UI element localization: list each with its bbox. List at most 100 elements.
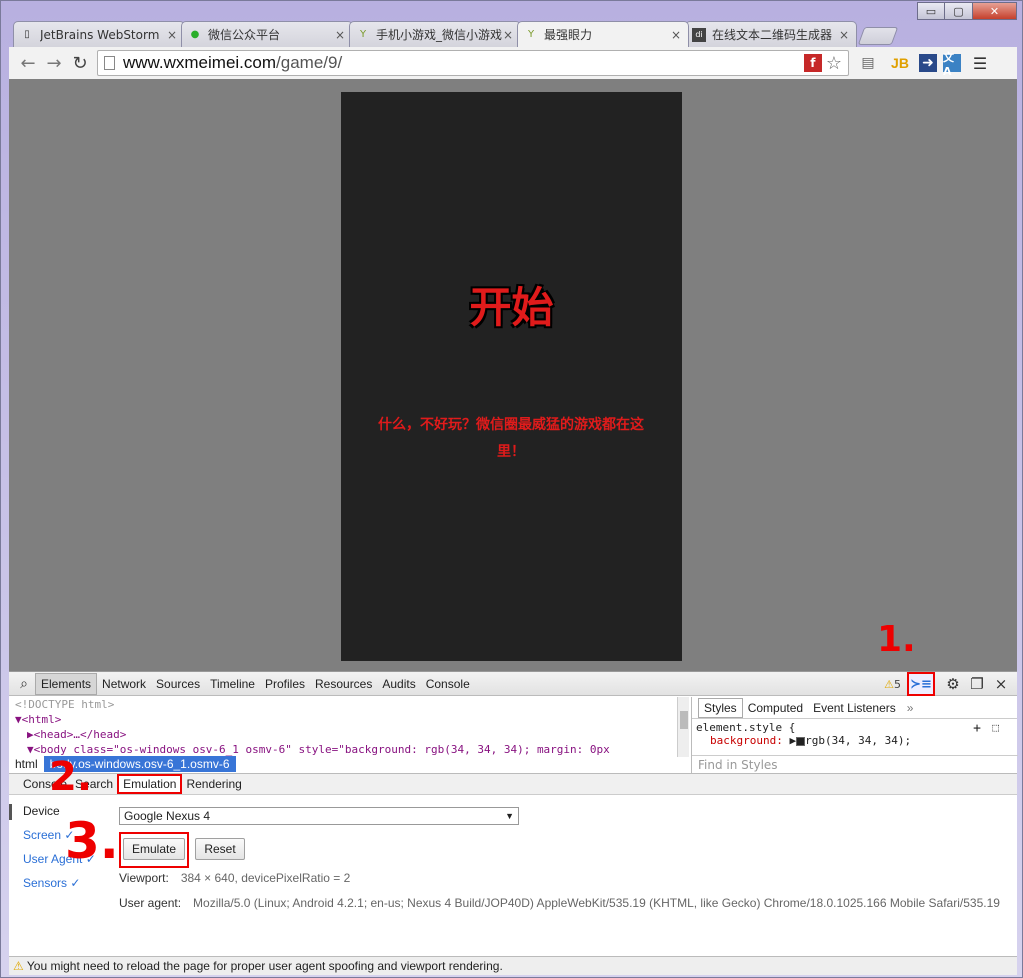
page-icon: ▯	[24, 29, 30, 40]
address-bar[interactable]: www.wxmeimei.com/game/9/ f ☆	[97, 50, 849, 76]
add-rule-icon[interactable]: +	[973, 721, 981, 736]
element-style-selector: element.style {	[696, 721, 796, 734]
arrow-extension-icon[interactable]: ➜	[919, 54, 937, 72]
device-select[interactable]: Google Nexus 4 ▼	[119, 807, 519, 825]
reload-icon[interactable]: ↻	[67, 51, 93, 75]
devtools-toolbar: ⌕ Elements Network Sources Timeline Prof…	[9, 672, 1017, 696]
reset-button[interactable]: Reset	[195, 838, 245, 860]
breadcrumb-item[interactable]: html	[9, 756, 44, 772]
styles-pane: Styles Computed Event Listeners » elemen…	[691, 697, 1018, 773]
back-arrow-icon[interactable]: ←	[15, 51, 41, 75]
tab-label: 最强眼力	[544, 28, 593, 42]
tab-resources[interactable]: Resources	[310, 674, 377, 694]
browser-window: ▭ ▢ ✕ ▯ JetBrains WebStorm × ● 微信公众平台 × …	[0, 0, 1023, 978]
sidebar-item-sensors[interactable]: Sensors ✓	[23, 876, 80, 890]
status-bar: ⚠ You might need to reload the page for …	[9, 956, 1017, 975]
more-tabs-icon[interactable]: »	[907, 701, 914, 715]
tab-event-listeners[interactable]: Event Listeners	[808, 699, 901, 717]
style-property[interactable]: background: ▶ rgb(34, 34, 34);	[696, 734, 1013, 747]
breadcrumb: html body.os-windows.osv-6_1.osmv-6	[9, 756, 689, 772]
jetbrains-extension-icon[interactable]: JB	[887, 51, 913, 75]
dock-icon[interactable]: ❐	[965, 675, 989, 693]
annotation-1: 1.	[877, 619, 916, 660]
tab-close-icon[interactable]: ×	[334, 28, 346, 42]
browser-tab-active[interactable]: Y 最强眼力 ×	[517, 21, 689, 47]
tab-label: JetBrains WebStorm	[40, 27, 160, 42]
tab-close-icon[interactable]: ×	[166, 28, 178, 42]
tab-close-icon[interactable]: ×	[670, 28, 682, 42]
tab-close-icon[interactable]: ×	[502, 28, 514, 42]
drawer-tab-rendering[interactable]: Rendering	[182, 776, 245, 792]
tab-network[interactable]: Network	[97, 674, 151, 694]
styles-tabs: Styles Computed Event Listeners »	[692, 697, 1017, 719]
bookmark-star-icon[interactable]: ☆	[826, 53, 842, 74]
browser-tab[interactable]: di 在线文本二维码生成器 ×	[685, 21, 857, 47]
annotation-2: 2.	[49, 754, 93, 800]
html-node[interactable]: ▼<html>	[9, 712, 689, 727]
page-icon	[104, 56, 115, 70]
maximize-button[interactable]: ▢	[945, 2, 973, 20]
tab-label: 手机小游戏_微信小游戏	[376, 28, 502, 42]
tab-elements[interactable]: Elements	[35, 672, 98, 695]
doctype-node[interactable]: <!DOCTYPE html>	[9, 697, 689, 712]
minimize-button[interactable]: ▭	[917, 2, 945, 20]
tab-timeline[interactable]: Timeline	[205, 674, 260, 694]
tab-profiles[interactable]: Profiles	[260, 674, 310, 694]
head-node[interactable]: ▶<head>…</head>	[9, 727, 689, 742]
emulation-panel: Device Screen ✓ User Agent ✓ Sensors ✓ G…	[9, 796, 1017, 956]
chevron-down-icon: ▼	[505, 811, 514, 821]
tab-label: 在线文本二维码生成器	[712, 28, 833, 42]
warning-icon: ⚠	[13, 959, 24, 973]
tab-computed[interactable]: Computed	[743, 699, 808, 717]
user-agent-info: User agent: Mozilla/5.0 (Linux; Android 4…	[119, 896, 1000, 910]
inspect-search-icon[interactable]: ⌕	[13, 676, 35, 692]
browser-tab[interactable]: Y 手机小游戏_微信小游戏 ×	[349, 21, 521, 47]
devtools-panel: ⌕ Elements Network Sources Timeline Prof…	[9, 671, 1018, 975]
browser-tab[interactable]: ● 微信公众平台 ×	[181, 21, 353, 47]
browser-tab[interactable]: ▯ JetBrains WebStorm ×	[13, 21, 185, 47]
new-tab-button[interactable]	[857, 27, 899, 45]
page-viewport: 开始 什么，不好玩？微信圈最威猛的游戏都在这里！ 1.	[9, 79, 1017, 671]
tab-strip: ▯ JetBrains WebStorm × ● 微信公众平台 × Y 手机小游…	[13, 21, 899, 47]
body-node[interactable]: ▼<body class="os-windows osv-6_1 osmv-6"…	[9, 742, 689, 757]
show-drawer-icon[interactable]: ≻≡	[907, 672, 935, 696]
emulate-button[interactable]: Emulate	[123, 838, 185, 860]
menu-icon[interactable]: ☰	[967, 51, 993, 75]
close-window-button[interactable]: ✕	[973, 2, 1017, 20]
translate-icon[interactable]: 文A	[943, 51, 961, 78]
viewport-info: Viewport: 384 × 640, devicePixelRatio = 2	[119, 871, 351, 885]
devtools-actions: ⚠5 ≻≡ ⚙ ❐ ×	[884, 672, 1013, 696]
color-swatch[interactable]	[796, 736, 806, 746]
drawer-tab-emulation[interactable]: Emulation	[117, 774, 183, 794]
elements-tree[interactable]: <!DOCTYPE html> ▼<html> ▶<head>…</head> …	[9, 697, 689, 757]
flash-icon[interactable]: f	[803, 54, 822, 72]
tab-audits[interactable]: Audits	[377, 674, 420, 694]
elements-scrollbar[interactable]	[677, 697, 689, 757]
forward-arrow-icon[interactable]: →	[41, 51, 67, 75]
cocktail-icon: Y	[527, 29, 535, 40]
annotation-3: 3.	[65, 812, 119, 870]
tab-console[interactable]: Console	[421, 674, 475, 694]
game-canvas[interactable]: 开始 什么，不好玩？微信圈最威猛的游戏都在这里！	[341, 92, 682, 661]
drawer-tabs: Console Search Emulation Rendering	[9, 773, 1017, 795]
tab-styles[interactable]: Styles	[698, 697, 743, 718]
warning-icon: ⚠	[884, 677, 894, 691]
find-in-styles-input[interactable]: Find in Styles	[692, 755, 1018, 773]
cocktail-icon: Y	[359, 29, 367, 40]
url-text: www.wxmeimei.com/game/9/	[123, 53, 343, 72]
game-subtitle: 什么，不好玩？微信圈最威猛的游戏都在这里！	[378, 417, 644, 460]
style-rules: element.style { background: ▶ rgb(34, 34,…	[692, 719, 1017, 755]
warning-counter[interactable]: ⚠5	[884, 678, 901, 691]
toggle-state-icon[interactable]: ⬚	[992, 721, 999, 734]
reader-icon[interactable]: ▤	[855, 51, 881, 75]
sidebar-item-device[interactable]: Device	[23, 804, 60, 818]
close-devtools-icon[interactable]: ×	[989, 675, 1013, 693]
browser-toolbar: ← → ↻ www.wxmeimei.com/game/9/ f ☆ ▤ JB …	[9, 47, 1017, 79]
tab-close-icon[interactable]: ×	[838, 28, 850, 42]
qr-icon: di	[692, 27, 706, 42]
gear-icon[interactable]: ⚙	[941, 675, 965, 693]
start-button[interactable]: 开始	[341, 274, 682, 335]
wechat-icon: ●	[190, 29, 200, 40]
tab-label: 微信公众平台	[208, 28, 281, 42]
tab-sources[interactable]: Sources	[151, 674, 205, 694]
